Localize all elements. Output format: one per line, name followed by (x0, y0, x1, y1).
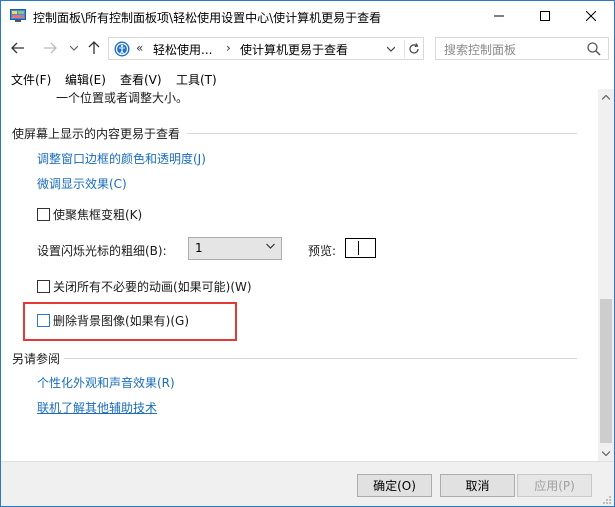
minimize-icon (494, 15, 504, 17)
close-icon (586, 11, 596, 21)
breadcrumb-separator[interactable]: › (226, 41, 231, 55)
close-button[interactable] (568, 1, 614, 31)
minimize-button[interactable] (476, 1, 522, 31)
breadcrumb-overflow[interactable]: « (136, 41, 143, 55)
up-button[interactable] (85, 39, 103, 57)
chevron-down-icon (602, 450, 610, 456)
address-bar[interactable]: « 轻松使用... › 使计算机更易于查看 (108, 37, 424, 60)
arrow-right-icon (44, 42, 57, 54)
remove-background-label[interactable]: 删除背景图像(如果有)(G) (53, 312, 189, 329)
cutoff-description: 一个位置或者调整大小。 (56, 91, 189, 105)
cursor-preview (345, 238, 376, 258)
refresh-button[interactable] (404, 40, 422, 58)
cancel-button[interactable]: 取消 (440, 474, 515, 497)
section-divider (64, 358, 577, 359)
cursor-width-label: 设置闪烁光标的粗细(B): (37, 244, 167, 258)
back-button[interactable] (9, 39, 27, 57)
link-tune-display[interactable]: 微调显示效果(C) (37, 175, 127, 192)
content-pane: 一个位置或者调整大小。 使屏幕上显示的内容更易于查看 调整窗口边框的颜色和透明度… (1, 89, 599, 461)
refresh-icon (408, 43, 419, 54)
menu-file[interactable]: 文件(F) (11, 71, 51, 88)
search-placeholder: 搜索控制面板 (444, 43, 517, 57)
menu-bar: 文件(F) 编辑(E) 查看(V) 工具(T) (1, 69, 614, 89)
breadcrumb-current[interactable]: 使计算机更易于查看 (240, 41, 348, 58)
navigation-bar: « 轻松使用... › 使计算机更易于查看 搜索控制面板 (1, 31, 614, 67)
maximize-icon (540, 11, 550, 21)
address-dropdown-button[interactable] (382, 40, 400, 58)
chevron-down-icon (70, 45, 78, 51)
breadcrumb-ease-of-access[interactable]: 轻松使用... (153, 41, 212, 58)
section-title-see-also: 另请参阅 (12, 352, 61, 366)
search-icon[interactable] (586, 41, 602, 57)
preview-label: 预览: (308, 244, 337, 258)
arrow-up-icon (88, 41, 100, 54)
dialog-footer: 确定(O) 取消 应用(P) (1, 461, 614, 506)
section-divider (187, 133, 577, 134)
chevron-up-icon (602, 94, 610, 100)
thicken-focus-checkbox[interactable] (37, 208, 50, 221)
search-box[interactable]: 搜索控制面板 (435, 37, 609, 60)
cursor-width-select[interactable]: 1 (188, 237, 282, 260)
menu-edit[interactable]: 编辑(E) (65, 71, 106, 88)
control-panel-window: 控制面板\所有控制面板项\轻松使用设置中心\使计算机更易于查看 « 轻松使用..… (0, 0, 615, 507)
link-personalization[interactable]: 个性化外观和声音效果(R) (37, 374, 175, 391)
ok-button[interactable]: 确定(O) (357, 474, 432, 497)
resize-grip-icon[interactable] (602, 494, 612, 504)
disable-animations-label[interactable]: 关闭所有不必要的动画(如果可能)(W) (53, 278, 252, 295)
menu-view[interactable]: 查看(V) (120, 71, 162, 88)
link-window-border-color[interactable]: 调整窗口边框的颜色和透明度(J) (37, 150, 206, 167)
disable-animations-checkbox[interactable] (37, 280, 50, 293)
arrow-left-icon (11, 42, 24, 54)
section-title-display: 使屏幕上显示的内容更易于查看 (12, 127, 181, 141)
vertical-scrollbar[interactable] (598, 89, 614, 461)
link-assistive-tech[interactable]: 联机了解其他辅助技术 (37, 399, 157, 416)
title-bar: 控制面板\所有控制面板项\轻松使用设置中心\使计算机更易于查看 (1, 1, 614, 31)
scroll-thumb[interactable] (600, 299, 612, 443)
menu-tools[interactable]: 工具(T) (176, 71, 217, 88)
cursor-width-value: 1 (195, 241, 203, 255)
ease-of-access-icon (114, 41, 130, 57)
control-panel-icon (10, 9, 26, 23)
chevron-down-icon (266, 242, 275, 252)
chevron-down-icon (387, 46, 395, 52)
maximize-button[interactable] (522, 1, 568, 31)
remove-background-checkbox[interactable] (37, 314, 50, 327)
thicken-focus-label[interactable]: 使聚焦框变粗(K) (53, 206, 142, 223)
recent-locations-button[interactable] (65, 39, 83, 57)
scroll-down-button[interactable] (598, 445, 614, 461)
forward-button[interactable] (41, 39, 59, 57)
window-title: 控制面板\所有控制面板项\轻松使用设置中心\使计算机更易于查看 (33, 11, 382, 25)
scroll-up-button[interactable] (598, 89, 614, 105)
cursor-caret (358, 241, 359, 255)
apply-button[interactable]: 应用(P) (517, 474, 592, 497)
